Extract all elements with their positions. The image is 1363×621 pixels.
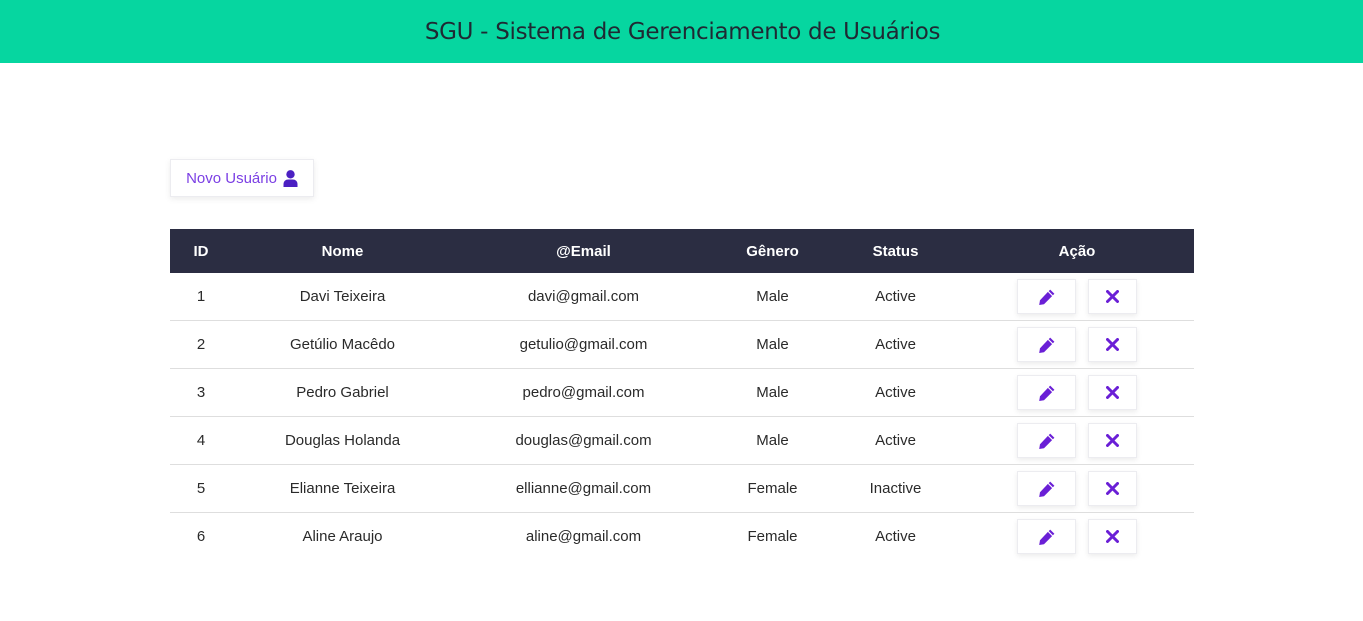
table-row: 4 Douglas Holanda douglas@gmail.com Male…	[170, 416, 1194, 465]
close-icon	[1105, 434, 1119, 447]
table-header-row: ID Nome @Email Gênero Status Ação	[170, 229, 1194, 273]
column-header-email: @Email	[556, 242, 611, 260]
pencil-icon	[1039, 481, 1055, 497]
cell-gender: Male	[714, 320, 831, 369]
cell-status: Active	[831, 320, 960, 369]
cell-id: 5	[170, 464, 232, 513]
cell-id: 4	[170, 416, 232, 465]
cell-status: Inactive	[831, 464, 960, 513]
app-header: SGU - Sistema de Gerenciamento de Usuári…	[0, 0, 1363, 63]
cell-gender: Female	[714, 464, 831, 513]
close-icon	[1105, 482, 1119, 495]
close-icon	[1105, 290, 1119, 303]
users-table: ID Nome @Email Gênero Status Ação 1 Davi…	[170, 229, 1194, 560]
close-icon	[1105, 530, 1119, 543]
cell-name: Davi Teixeira	[232, 273, 453, 321]
close-icon	[1105, 386, 1119, 399]
pencil-icon	[1039, 529, 1055, 545]
edit-button[interactable]	[1017, 519, 1077, 554]
cell-id: 2	[170, 320, 232, 369]
page-title: SGU - Sistema de Gerenciamento de Usuári…	[424, 18, 941, 45]
edit-button[interactable]	[1017, 423, 1077, 458]
delete-button[interactable]	[1087, 327, 1137, 362]
edit-button[interactable]	[1017, 279, 1077, 314]
close-icon	[1105, 338, 1119, 351]
cell-id: 3	[170, 368, 232, 417]
table-row: 3 Pedro Gabriel pedro@gmail.com Male Act…	[170, 368, 1194, 417]
cell-gender: Female	[747, 528, 798, 545]
pencil-icon	[1039, 337, 1055, 353]
column-header-status: Status	[872, 242, 919, 260]
delete-button[interactable]	[1087, 423, 1137, 458]
cell-name: Douglas Holanda	[232, 416, 453, 465]
new-user-label: Novo Usuário	[186, 169, 277, 187]
cell-email: pedro@gmail.com	[453, 368, 714, 417]
column-header-id: ID	[193, 242, 209, 260]
edit-button[interactable]	[1017, 471, 1077, 506]
table-row: 2 Getúlio Macêdo getulio@gmail.com Male …	[170, 320, 1194, 369]
cell-id: 6	[196, 528, 206, 545]
cell-actions	[960, 464, 1194, 513]
cell-actions	[960, 513, 1194, 561]
cell-name: Aline Araujo	[302, 528, 383, 545]
table-row: 6 Aline Araujo aline@gmail.com Female Ac…	[170, 513, 1194, 561]
cell-gender: Male	[714, 273, 831, 321]
pencil-icon	[1039, 433, 1055, 449]
cell-email: aline@gmail.com	[525, 528, 642, 545]
cell-actions	[960, 368, 1194, 417]
delete-button[interactable]	[1087, 519, 1137, 554]
cell-status: Active	[831, 273, 960, 321]
user-icon	[283, 169, 298, 187]
column-header-action: Ação	[1058, 242, 1096, 260]
cell-status: Active	[875, 528, 916, 545]
pencil-icon	[1039, 385, 1055, 401]
cell-email: getulio@gmail.com	[453, 320, 714, 369]
cell-email: ellianne@gmail.com	[453, 464, 714, 513]
cell-status: Active	[831, 368, 960, 417]
cell-gender: Male	[714, 368, 831, 417]
column-header-name: Nome	[321, 242, 364, 260]
cell-email: douglas@gmail.com	[453, 416, 714, 465]
cell-status: Active	[831, 416, 960, 465]
column-header-gender: Gênero	[746, 242, 799, 260]
cell-actions	[960, 320, 1194, 369]
table-row: 1 Davi Teixeira davi@gmail.com Male Acti…	[170, 273, 1194, 321]
delete-button[interactable]	[1087, 471, 1137, 506]
delete-button[interactable]	[1087, 375, 1137, 410]
new-user-button[interactable]: Novo Usuário	[170, 159, 314, 197]
cell-email: davi@gmail.com	[453, 273, 714, 321]
pencil-icon	[1039, 289, 1055, 305]
cell-gender: Male	[714, 416, 831, 465]
cell-id: 1	[170, 273, 232, 321]
edit-button[interactable]	[1017, 375, 1077, 410]
cell-actions	[960, 416, 1194, 465]
cell-actions	[960, 273, 1194, 321]
cell-name: Pedro Gabriel	[232, 368, 453, 417]
cell-name: Elianne Teixeira	[232, 464, 453, 513]
table-row: 5 Elianne Teixeira ellianne@gmail.com Fe…	[170, 464, 1194, 513]
delete-button[interactable]	[1087, 279, 1137, 314]
edit-button[interactable]	[1017, 327, 1077, 362]
cell-name: Getúlio Macêdo	[232, 320, 453, 369]
